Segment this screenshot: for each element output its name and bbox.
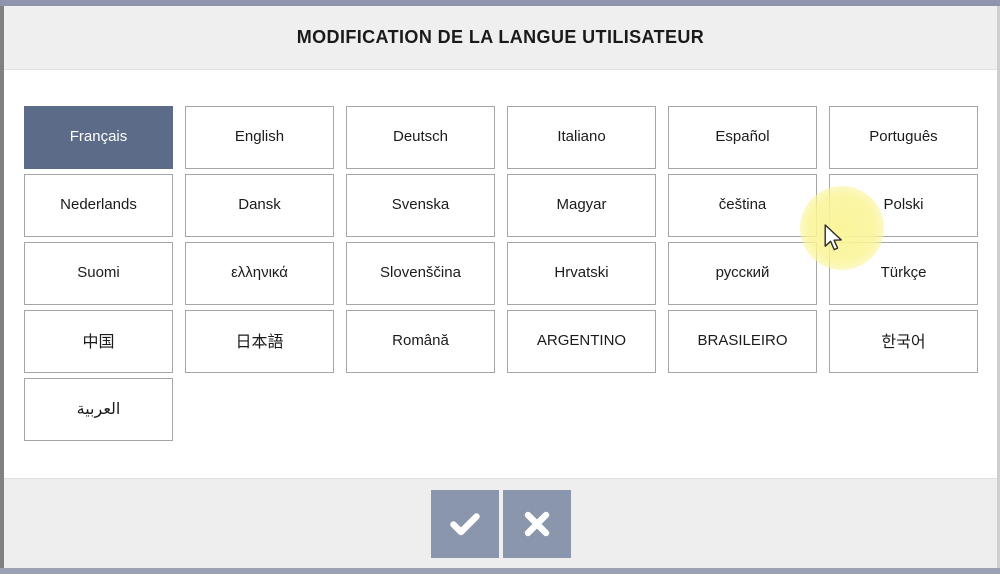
language-button[interactable]: 한국어 [829, 310, 978, 373]
check-icon [448, 507, 482, 541]
language-button[interactable]: Türkçe [829, 242, 978, 305]
language-button-label: ARGENTINO [537, 333, 626, 350]
language-button-label: Română [392, 333, 449, 350]
language-button[interactable]: Română [346, 310, 495, 373]
language-button-label: 中国 [82, 333, 114, 351]
page-title: MODIFICATION DE LA LANGUE UTILISATEUR [297, 27, 704, 48]
language-button-label: 한국어 [881, 333, 925, 351]
language-button[interactable]: Slovenščina [346, 242, 495, 305]
language-button-label: Italiano [557, 129, 605, 146]
language-button[interactable]: Dansk [185, 174, 334, 237]
language-dialog: MODIFICATION DE LA LANGUE UTILISATEUR Fr… [4, 6, 997, 568]
cancel-button[interactable] [503, 490, 571, 558]
close-icon [521, 508, 553, 540]
language-button[interactable]: русский [668, 242, 817, 305]
confirm-button[interactable] [431, 490, 499, 558]
language-button[interactable]: العربية [24, 378, 173, 441]
dialog-titlebar: MODIFICATION DE LA LANGUE UTILISATEUR [4, 6, 997, 70]
language-button-grid: Français English Deutsch Italiano Español Por… [24, 106, 980, 442]
language-button-label: Português [869, 129, 937, 146]
language-button-label: Suomi [77, 265, 120, 282]
language-button-label: русский [716, 265, 770, 282]
language-button-label: Dansk [238, 197, 281, 214]
language-button[interactable]: 中国 [24, 310, 173, 373]
language-selection-screen: MODIFICATION DE LA LANGUE UTILISATEUR Fr… [0, 0, 1000, 580]
language-button[interactable]: ελληνικά [185, 242, 334, 305]
language-button[interactable]: Deutsch [346, 106, 495, 169]
dialog-body: Français English Deutsch Italiano Español Por… [4, 70, 997, 478]
language-button-label: Deutsch [393, 129, 448, 146]
language-button[interactable]: BRASILEIRO [668, 310, 817, 373]
language-button[interactable]: čeština [668, 174, 817, 237]
language-button[interactable]: Português [829, 106, 978, 169]
language-button[interactable]: ARGENTINO [507, 310, 656, 373]
language-button[interactable]: Nederlands [24, 174, 173, 237]
language-button[interactable]: English [185, 106, 334, 169]
language-button[interactable]: Français [24, 106, 173, 169]
language-button-label: Magyar [556, 197, 606, 214]
language-button-label: Hrvatski [554, 265, 608, 282]
language-button[interactable]: Suomi [24, 242, 173, 305]
language-button[interactable]: Italiano [507, 106, 656, 169]
language-button-label: Français [70, 129, 128, 146]
language-button-label: ελληνικά [231, 265, 288, 282]
language-button-label: Svenska [392, 197, 450, 214]
language-button-label: Español [715, 129, 769, 146]
language-button[interactable]: 日本語 [185, 310, 334, 373]
language-button-label: BRASILEIRO [697, 333, 787, 350]
window-bottom-border [0, 568, 1000, 580]
language-button[interactable]: Magyar [507, 174, 656, 237]
language-button-label: English [235, 129, 284, 146]
language-button-label: čeština [719, 197, 767, 214]
language-button-label: Slovenščina [380, 265, 461, 282]
language-button[interactable]: Español [668, 106, 817, 169]
dialog-footer [4, 478, 997, 568]
language-button[interactable]: Hrvatski [507, 242, 656, 305]
language-button-label: العربية [77, 401, 121, 419]
language-button-label: Polski [883, 197, 923, 214]
language-button[interactable]: Polski [829, 174, 978, 237]
language-button[interactable]: Svenska [346, 174, 495, 237]
language-button-label: Türkçe [881, 265, 927, 282]
language-button-label: Nederlands [60, 197, 137, 214]
language-button-label: 日本語 [235, 333, 283, 351]
